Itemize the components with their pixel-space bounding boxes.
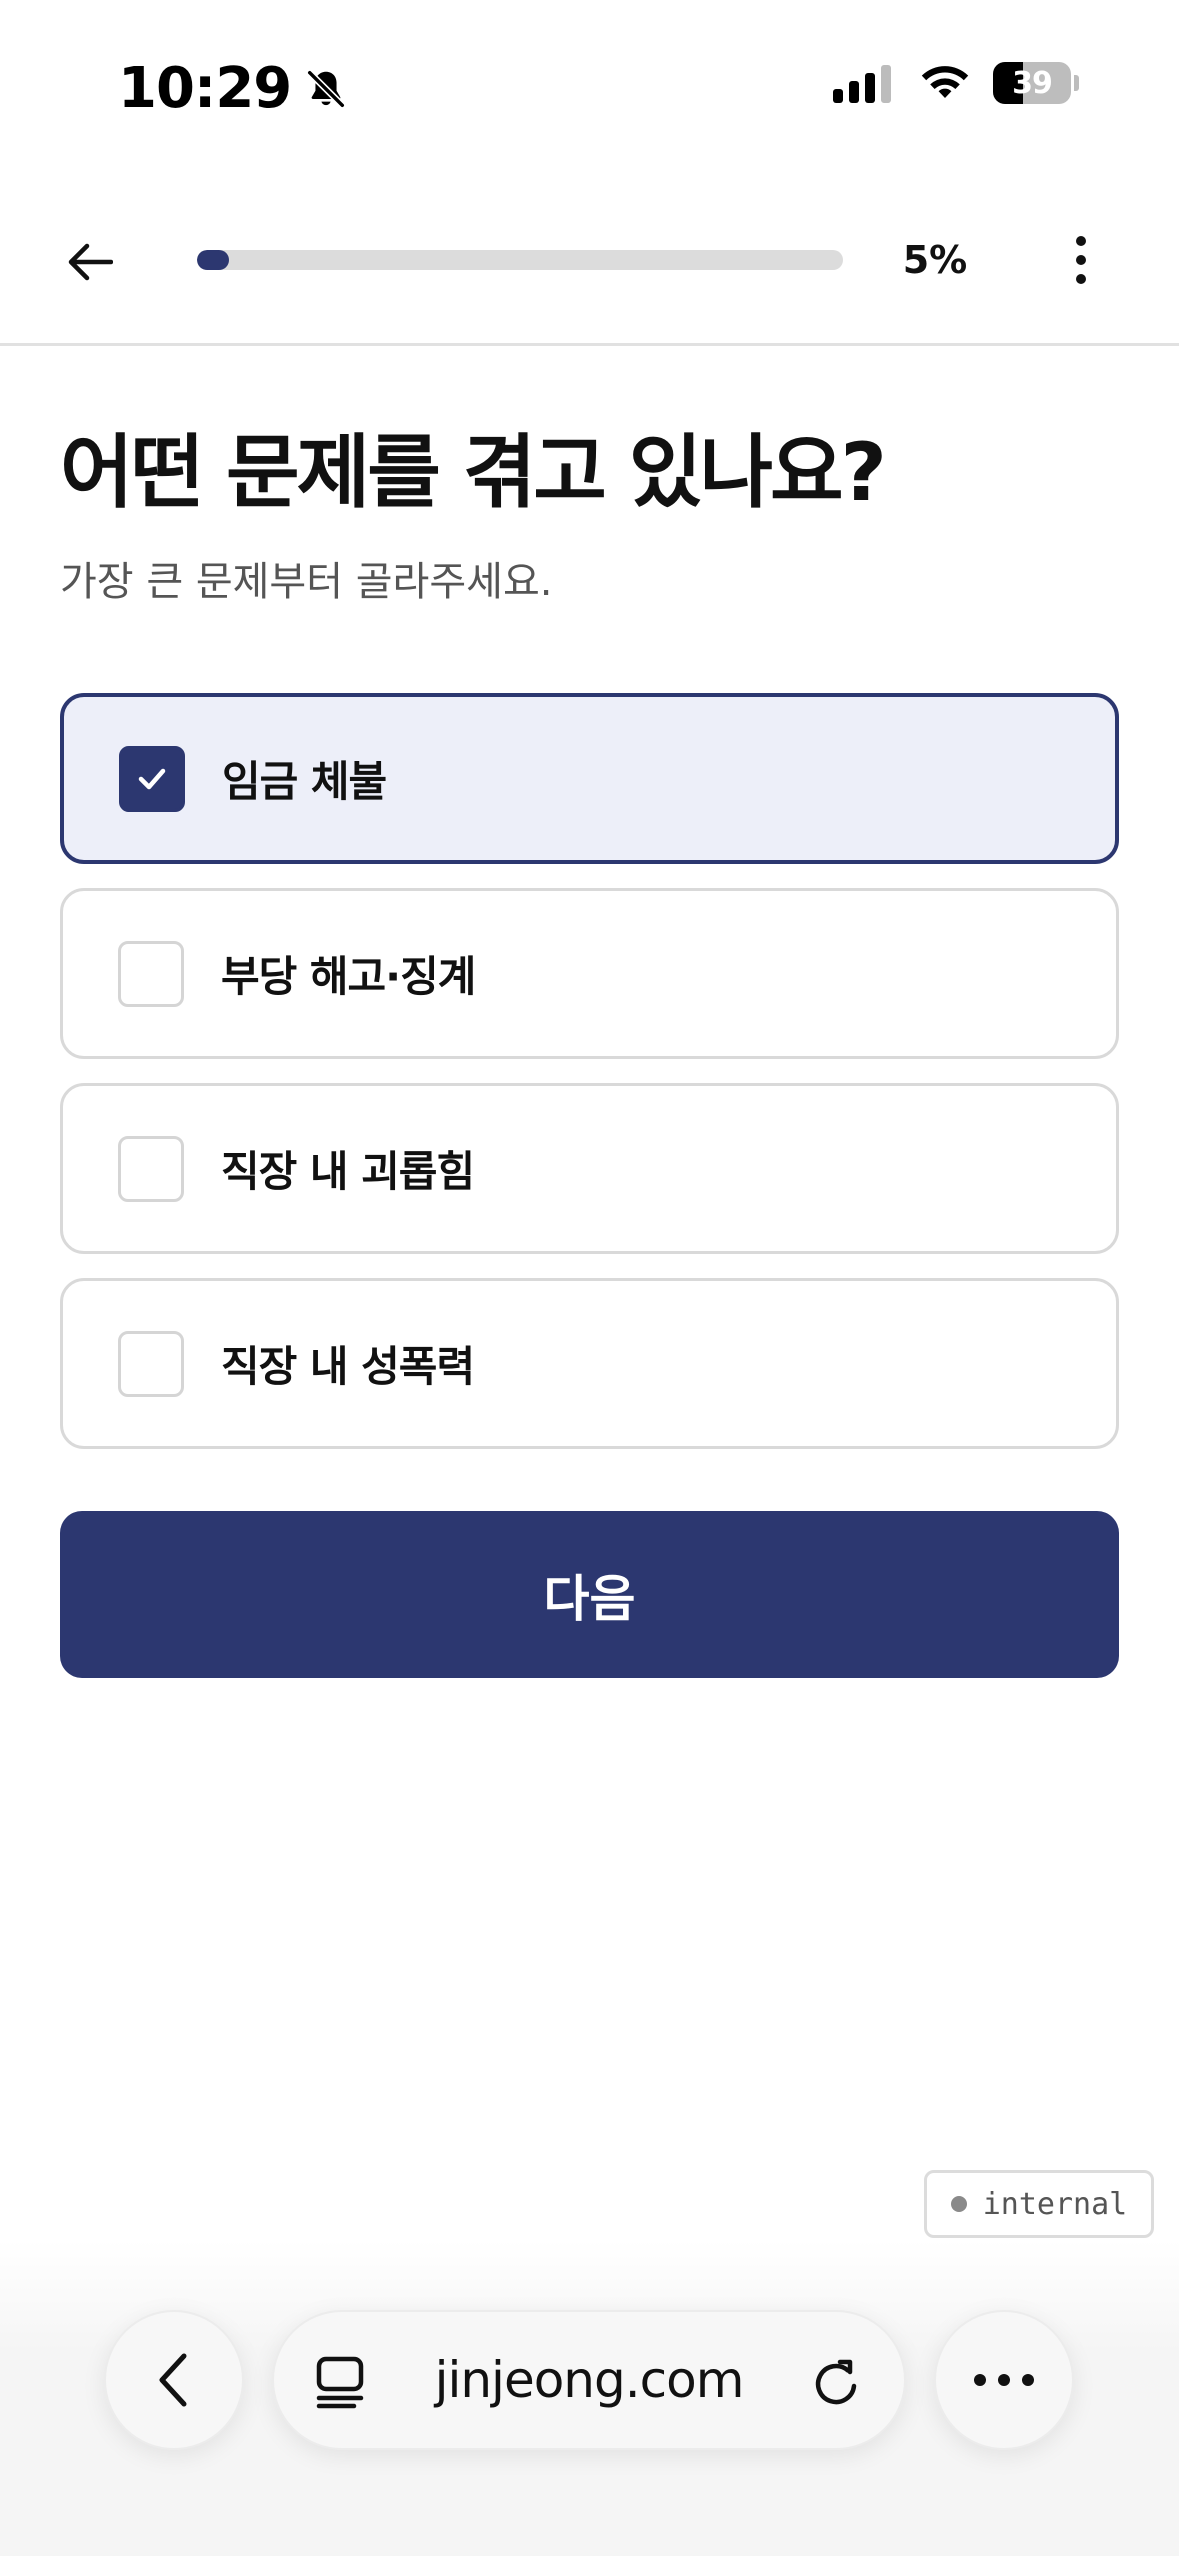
progress-label: 5% [902, 238, 968, 282]
time-group: 10:29 [118, 56, 349, 121]
address-bar[interactable]: jinjeong.com [272, 2310, 906, 2450]
cellular-signal-icon [833, 63, 891, 103]
battery-nub [1074, 75, 1079, 91]
option-item[interactable]: 부당 해고·징계 [60, 888, 1119, 1059]
muted-bell-icon [306, 68, 346, 109]
option-item[interactable]: 직장 내 괴롭힘 [60, 1083, 1119, 1254]
more-horizontal-icon [974, 2374, 1034, 2386]
browser-toolbar: jinjeong.com [0, 2240, 1179, 2556]
back-arrow-icon [68, 243, 113, 281]
page-title: 어떤 문제를 겪고 있나요? [60, 426, 887, 519]
progress-track [197, 250, 843, 270]
next-button[interactable]: 다음 [60, 1511, 1119, 1678]
status-dot [950, 2196, 967, 2212]
battery-icon: 39 [993, 62, 1071, 104]
wifi-icon [921, 66, 969, 98]
checkbox[interactable] [118, 940, 184, 1007]
status-bar: 10:29 39 [0, 0, 1179, 175]
page-subtitle: 가장 큰 문제부터 골라주세요. [60, 559, 553, 605]
option-list: 임금 체불부당 해고·징계직장 내 괴롭힘직장 내 성폭력 [60, 693, 1119, 1473]
progress-fill [197, 250, 230, 270]
screen: 10:29 39 5% 어떤 문제를 겪고 있나요? 가장 큰 문제부터 골라주… [0, 0, 1179, 2556]
browser-more-button[interactable] [934, 2310, 1074, 2450]
back-button[interactable] [56, 228, 124, 296]
checkbox[interactable] [119, 745, 185, 812]
option-label: 부당 해고·징계 [221, 952, 476, 1001]
option-item[interactable]: 직장 내 성폭력 [60, 1278, 1119, 1449]
internal-badge: internal [924, 2170, 1154, 2238]
battery-level: 39 [1012, 65, 1053, 101]
reload-icon[interactable] [810, 2354, 864, 2410]
checkbox[interactable] [118, 1330, 184, 1397]
option-label: 임금 체불 [222, 757, 387, 806]
checkmark-icon [138, 768, 166, 789]
url-text: jinjeong.com [434, 2351, 745, 2409]
more-vertical-icon[interactable] [1055, 220, 1107, 300]
option-label: 직장 내 괴롭힘 [221, 1147, 475, 1196]
browser-back-button[interactable] [104, 2310, 244, 2450]
option-item[interactable]: 임금 체불 [60, 693, 1119, 864]
chevron-left-icon [159, 2353, 187, 2407]
status-time: 10:29 [118, 56, 292, 121]
internal-badge-label: internal [982, 2186, 1128, 2222]
option-label: 직장 내 성폭력 [221, 1342, 475, 1391]
checkbox[interactable] [118, 1135, 184, 1202]
status-indicators: 39 [833, 62, 1079, 104]
tabs-icon [316, 2356, 364, 2409]
header: 5% [0, 180, 1179, 346]
